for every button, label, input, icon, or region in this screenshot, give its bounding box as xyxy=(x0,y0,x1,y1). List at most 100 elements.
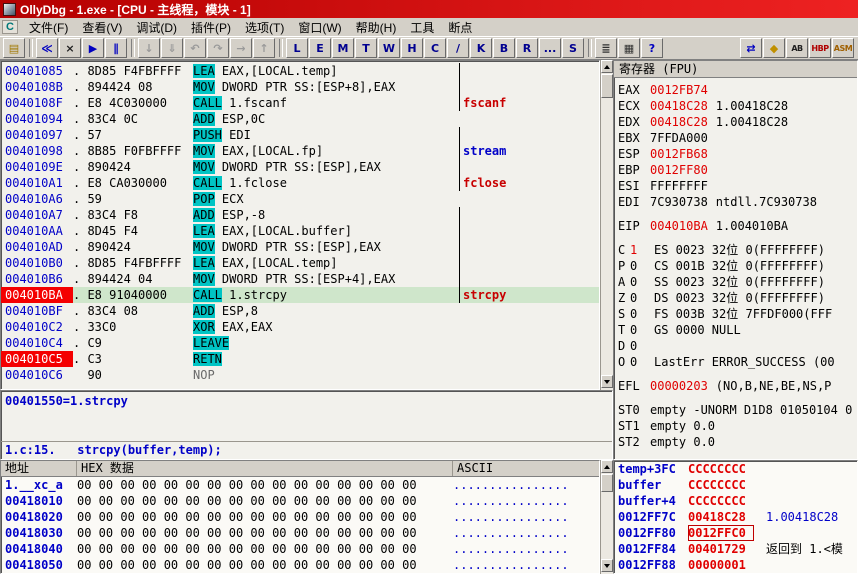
register-line[interactable]: ESP 0012FB68 xyxy=(614,146,857,162)
register-line[interactable]: S 0 FS 003B 32位 7FFDF000(FFF xyxy=(614,306,857,322)
menu-item[interactable]: 工具 xyxy=(403,18,441,37)
register-line[interactable]: EDX 00418C28 1.00418C28 xyxy=(614,114,857,130)
disasm-row[interactable]: 004010A7 . 83C4 F8 ADD ESP,-8 xyxy=(1,207,599,223)
dump-ascii-header[interactable]: ASCII xyxy=(453,461,599,476)
disasm-row[interactable]: 00401085 . 8D85 F4FBFFFF LEA EAX,[LOCAL.te… xyxy=(1,63,599,79)
register-line[interactable]: ECX 00418C28 1.00418C28 xyxy=(614,98,857,114)
dump-address-header[interactable]: 地址 xyxy=(1,461,77,476)
plugin-jump-button[interactable]: ⇄ xyxy=(740,38,762,58)
plugin-gem-button[interactable]: ◆ xyxy=(763,38,785,58)
stack-row[interactable]: 0012FF84 00401729 返回到 1.<模 xyxy=(614,541,857,557)
disasm-row[interactable]: 004010C2 . 33C0 XOR EAX,EAX xyxy=(1,319,599,335)
dump-row[interactable]: 00418020 00 00 00 00 00 00 00 00 00 00 00… xyxy=(1,509,599,525)
register-line[interactable]: A 0 SS 0023 32位 0(FFFFFFFF) xyxy=(614,274,857,290)
disasm-row[interactable]: 004010A1 . E8 CA030000 CALL 1.fclose fclose xyxy=(1,175,599,191)
disasm-row[interactable]: 0040108B . 894424 08 MOV DWORD PTR SS:[ESP… xyxy=(1,79,599,95)
run-button[interactable]: ▶ xyxy=(82,38,104,58)
disasm-row[interactable]: 004010C6 90 NOP xyxy=(1,367,599,383)
menu-item[interactable]: 插件(P) xyxy=(184,18,238,37)
dump-row[interactable]: 00418010 00 00 00 00 00 00 00 00 00 00 00… xyxy=(1,493,599,509)
register-line[interactable]: T 0 GS 0000 NULL xyxy=(614,322,857,338)
options-list-button[interactable]: ≣ xyxy=(595,38,617,58)
disasm-row[interactable]: 004010AD . 890424 MOV DWORD PTR SS:[ESP],E… xyxy=(1,239,599,255)
windows-window-button[interactable]: W xyxy=(378,38,400,58)
disasm-row[interactable]: 004010C5. C3 RETN xyxy=(1,351,599,367)
disasm-row[interactable]: 004010BA. E8 91040000 CALL 1.strcpy strcpy xyxy=(1,287,599,303)
register-line[interactable]: ST0 empty -UNORM D1D8 01050104 0 xyxy=(614,402,857,418)
disasm-row[interactable]: 004010B6 . 894424 04 MOV DWORD PTR SS:[ESP… xyxy=(1,271,599,287)
appearance-button[interactable]: ▦ xyxy=(618,38,640,58)
run-trace-window-button[interactable]: ... xyxy=(539,38,561,58)
source-line[interactable]: 1.c:15. strcpy(buffer,temp); xyxy=(1,441,612,459)
plugin-ab-button[interactable]: AB xyxy=(786,38,808,58)
handles-window-button[interactable]: H xyxy=(401,38,423,58)
dump-row[interactable]: 00418050 00 00 00 00 00 00 00 00 00 00 00… xyxy=(1,557,599,573)
dump-row[interactable]: 00418040 00 00 00 00 00 00 00 00 00 00 00… xyxy=(1,541,599,557)
register-line[interactable]: EIP 004010BA 1.004010BA xyxy=(614,218,857,234)
dump-row[interactable]: 00418030 00 00 00 00 00 00 00 00 00 00 00… xyxy=(1,525,599,541)
menu-item[interactable]: 断点 xyxy=(441,18,479,37)
register-line[interactable]: EBX 7FFDA000 xyxy=(614,130,857,146)
register-line[interactable]: C 1 ES 0023 32位 0(FFFFFFFF) xyxy=(614,242,857,258)
asm-plugin-button[interactable]: ASM xyxy=(832,38,854,58)
memory-window-button[interactable]: M xyxy=(332,38,354,58)
disasm-row[interactable]: 00401094 . 83C4 0C ADD ESP,0C xyxy=(1,111,599,127)
breakpoints-window-button[interactable]: B xyxy=(493,38,515,58)
disasm-row[interactable]: 00401098 . 8B85 F0FBFFFF MOV EAX,[LOCAL.fp… xyxy=(1,143,599,159)
register-line[interactable]: O 0 LastErr ERROR_SUCCESS (00 xyxy=(614,354,857,370)
stack-row[interactable]: temp+3FC CCCCCCCC xyxy=(614,461,857,477)
call-stack-window-button[interactable]: K xyxy=(470,38,492,58)
disassembly-scrollbar[interactable] xyxy=(600,60,613,390)
scroll-up-button[interactable] xyxy=(601,460,613,473)
executables-window-button[interactable]: E xyxy=(309,38,331,58)
menu-item[interactable]: 帮助(H) xyxy=(349,18,404,37)
menu-item[interactable]: 窗口(W) xyxy=(291,18,348,37)
menu-item[interactable]: 选项(T) xyxy=(238,18,291,37)
close-program-button[interactable]: × xyxy=(59,38,81,58)
stack-row[interactable]: 0012FF80 0012FFC0 xyxy=(614,525,857,541)
patches-window-button[interactable]: / xyxy=(447,38,469,58)
disasm-row[interactable]: 0040108F . E8 4C030000 CALL 1.fscanf fscanf xyxy=(1,95,599,111)
threads-window-button[interactable]: T xyxy=(355,38,377,58)
register-line[interactable]: Z 0 DS 0023 32位 0(FFFFFFFF) xyxy=(614,290,857,306)
disasm-row[interactable]: 004010BF . 83C4 08 ADD ESP,8 xyxy=(1,303,599,319)
pause-button[interactable]: ∥ xyxy=(105,38,127,58)
animate-over-button[interactable]: ↷ xyxy=(207,38,229,58)
animate-into-button[interactable]: ↶ xyxy=(184,38,206,58)
disasm-row[interactable]: 004010AA . 8D45 F4 LEA EAX,[LOCAL.buffer] xyxy=(1,223,599,239)
stack-row[interactable]: buffer CCCCCCCC xyxy=(614,477,857,493)
dump-scrollbar[interactable] xyxy=(600,460,613,574)
scroll-down-button[interactable] xyxy=(601,559,613,572)
disasm-row[interactable]: 00401097 . 57 PUSH EDI xyxy=(1,127,599,143)
log-window-button[interactable]: L xyxy=(286,38,308,58)
scrollbar-thumb[interactable] xyxy=(601,474,613,492)
app-icon[interactable] xyxy=(3,2,16,16)
references-window-button[interactable]: R xyxy=(516,38,538,58)
cpu-window-button[interactable]: C xyxy=(424,38,446,58)
menu-item[interactable]: 文件(F) xyxy=(22,18,75,37)
step-into-button[interactable]: ↓ xyxy=(138,38,160,58)
scrollbar-thumb[interactable] xyxy=(601,74,613,98)
register-line[interactable]: EDI 7C930738 ntdll.7C930738 xyxy=(614,194,857,210)
registers-header[interactable]: 寄存器 (FPU) xyxy=(614,61,857,78)
register-line[interactable]: ST1 empty 0.0 xyxy=(614,418,857,434)
cpu-window-icon[interactable]: C xyxy=(2,20,18,34)
scroll-up-button[interactable] xyxy=(601,60,613,73)
help-button[interactable]: ? xyxy=(641,38,663,58)
register-line[interactable]: EBP 0012FF80 xyxy=(614,162,857,178)
open-file-button[interactable]: ▤ xyxy=(3,38,25,58)
dump-hex-header[interactable]: HEX 数据 xyxy=(77,461,453,476)
restart-button[interactable]: ≪ xyxy=(36,38,58,58)
scroll-down-button[interactable] xyxy=(601,375,613,388)
disasm-row[interactable]: 004010B0 . 8D85 F4FBFFFF LEA EAX,[LOCAL.te… xyxy=(1,255,599,271)
register-line[interactable]: EFL 00000203 (NO,B,NE,BE,NS,P xyxy=(614,378,857,394)
hardware-breakpoint-button[interactable]: HBP xyxy=(809,38,831,58)
stack-row[interactable]: 0012FF88 00000001 xyxy=(614,557,857,573)
dump-row[interactable]: 1.__xc_a 00 00 00 00 00 00 00 00 00 00 00… xyxy=(1,477,599,493)
source-window-button[interactable]: S xyxy=(562,38,584,58)
register-line[interactable]: D0 xyxy=(614,338,857,354)
title-bar[interactable]: OllyDbg - 1.exe - [CPU - 主线程，模块 - 1] xyxy=(0,0,858,18)
execute-till-return-button[interactable]: → xyxy=(230,38,252,58)
go-to-button[interactable]: ↑ xyxy=(253,38,275,58)
register-line[interactable]: ESI FFFFFFFF xyxy=(614,178,857,194)
